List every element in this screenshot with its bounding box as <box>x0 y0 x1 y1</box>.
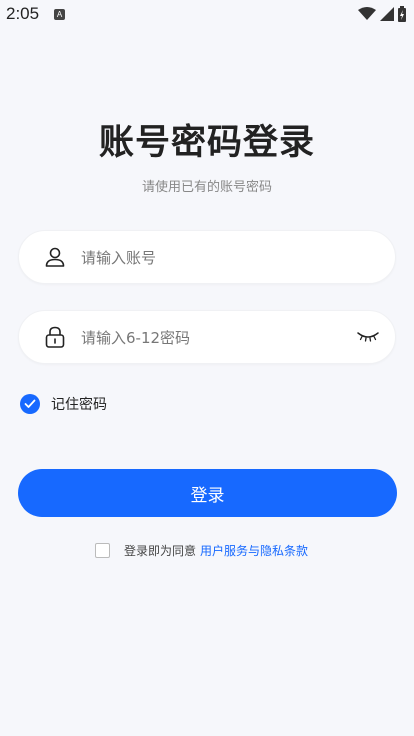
battery-icon <box>398 6 406 22</box>
page-subtitle: 请使用已有的账号密码 <box>141 180 272 195</box>
page-title: 账号密码登录 <box>98 123 315 163</box>
remember-label: 记住密码 <box>51 397 107 413</box>
remember-password[interactable]: 记住密码 <box>20 393 107 415</box>
password-input[interactable] <box>79 311 353 365</box>
status-time: 2:05 <box>6 4 40 23</box>
notification-app-icon: A <box>54 9 65 20</box>
account-field[interactable] <box>18 230 396 285</box>
privacy-terms-link[interactable]: 用户服务与隐私条款 <box>200 542 308 559</box>
navigation-bar <box>0 728 414 736</box>
signal-icon <box>380 7 394 21</box>
agreement-row: 登录即为同意 用户服务与隐私条款 <box>95 540 308 560</box>
check-icon <box>24 399 36 408</box>
lock-icon <box>45 326 65 348</box>
remember-checkbox[interactable] <box>20 394 40 414</box>
status-icons <box>358 6 406 22</box>
agreement-text: 登录即为同意 <box>124 543 197 558</box>
status-bar: 2:05 A <box>0 0 414 30</box>
wifi-icon <box>358 7 376 20</box>
password-field[interactable] <box>18 310 396 365</box>
login-button[interactable]: 登录 <box>18 469 397 517</box>
user-icon <box>45 247 65 267</box>
agreement-checkbox[interactable] <box>95 542 110 558</box>
eye-closed-icon[interactable] <box>357 329 379 345</box>
account-input[interactable] <box>79 231 353 285</box>
